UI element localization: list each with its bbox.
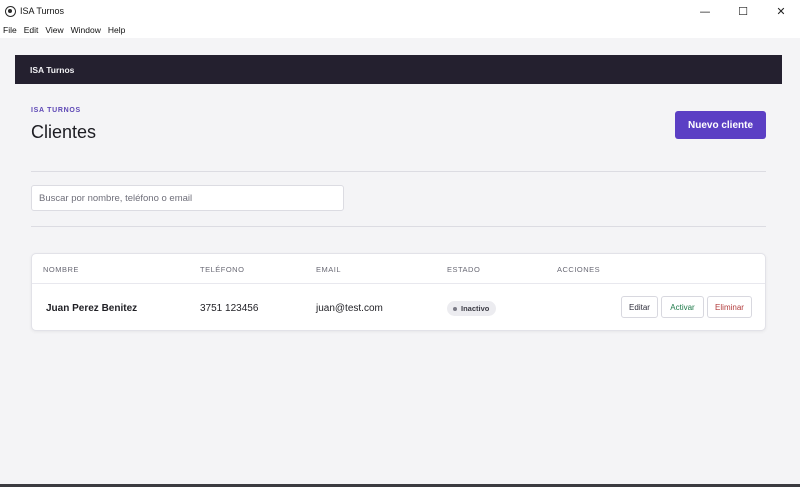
column-header-status: ESTADO xyxy=(447,265,481,274)
activate-button[interactable]: Activar xyxy=(661,296,704,318)
column-header-name: NOMBRE xyxy=(43,265,79,274)
table-row: Juan Perez Benitez 3751 123456 juan@test… xyxy=(32,284,765,330)
app-header: ISA Turnos xyxy=(15,55,782,84)
column-header-actions: ACCIONES xyxy=(557,265,601,274)
app-header-title: ISA Turnos xyxy=(30,64,75,75)
page-eyebrow: ISA TURNOS xyxy=(31,107,81,114)
client-email: juan@test.com xyxy=(316,303,383,314)
clients-table: NOMBRE TELÉFONO EMAIL ESTADO ACCIONES Ju… xyxy=(31,253,766,331)
column-header-phone: TELÉFONO xyxy=(200,265,245,274)
app-icon xyxy=(5,5,16,17)
client-name: Juan Perez Benitez xyxy=(46,303,138,314)
minimize-icon[interactable]: — xyxy=(686,0,724,22)
page-title: Clientes xyxy=(31,122,97,142)
maximize-icon[interactable]: ☐ xyxy=(724,0,762,22)
edit-button[interactable]: Editar xyxy=(621,296,658,318)
window-titlebar: ISA Turnos — ☐ ✕ xyxy=(0,0,800,22)
menu-help[interactable]: Help xyxy=(108,25,125,35)
status-label: Inactivo xyxy=(461,304,490,313)
new-client-button[interactable]: Nuevo cliente xyxy=(675,111,766,139)
menu-edit[interactable]: Edit xyxy=(24,25,39,35)
status-dot-icon xyxy=(453,306,457,311)
delete-button[interactable]: Eliminar xyxy=(707,296,752,318)
close-icon[interactable]: ✕ xyxy=(762,0,800,22)
search-input[interactable] xyxy=(31,185,344,211)
client-phone: 3751 123456 xyxy=(200,303,259,314)
table-header: NOMBRE TELÉFONO EMAIL ESTADO ACCIONES xyxy=(32,254,765,284)
menu-view[interactable]: View xyxy=(45,25,63,35)
window-controls: — ☐ ✕ xyxy=(686,0,800,22)
menu-window[interactable]: Window xyxy=(71,25,101,35)
window-title: ISA Turnos xyxy=(20,6,65,16)
menu-bar: File Edit View Window Help xyxy=(0,22,800,38)
status-badge: Inactivo xyxy=(447,301,497,316)
column-header-email: EMAIL xyxy=(316,265,342,274)
divider xyxy=(31,226,766,227)
divider xyxy=(31,171,766,172)
menu-file[interactable]: File xyxy=(3,25,17,35)
